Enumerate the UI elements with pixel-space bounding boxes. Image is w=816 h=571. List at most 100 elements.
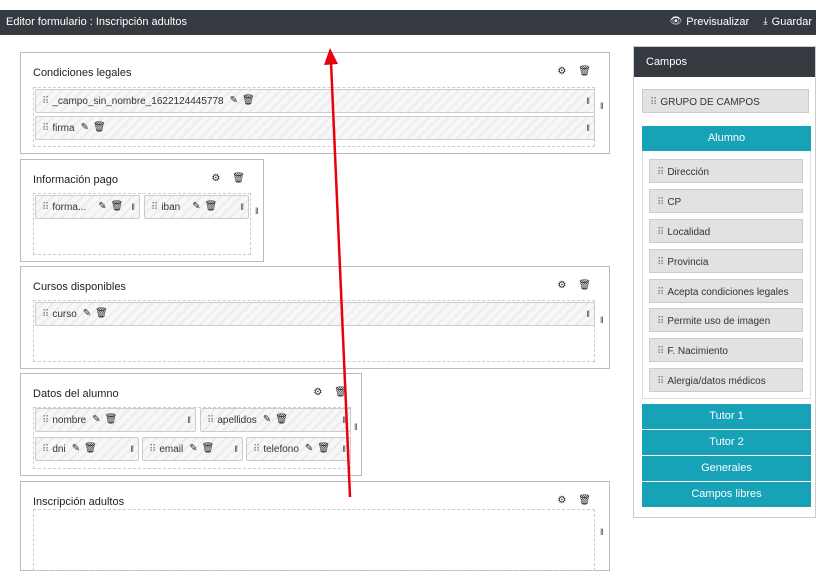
section-dropzone[interactable] [33, 509, 595, 571]
section-title: Inscripción adultos [33, 496, 125, 508]
trash-icon[interactable]: 🗑 [95, 309, 108, 319]
pencil-icon[interactable]: ✎ [192, 202, 200, 212]
gear-icon[interactable]: ⚙ [557, 281, 566, 291]
gear-icon[interactable]: ⚙ [557, 496, 566, 506]
trash-icon[interactable]: 🗑 [317, 444, 330, 454]
pencil-icon[interactable]: ✎ [72, 444, 80, 454]
field-email[interactable]: ⠿ email ✎ 🗑 ‖ [142, 437, 243, 461]
field-nombre[interactable]: ⠿ nombre ✎ 🗑 ‖ [35, 408, 196, 432]
drag-handle-icon[interactable]: ⠿ [42, 415, 49, 426]
drag-handle-icon[interactable]: ⠿ [42, 444, 49, 455]
group-alumno-button[interactable]: Alumno [642, 126, 811, 151]
field-label: _campo_sin_nombre_1622124445778 [52, 95, 224, 107]
resize-handle-icon[interactable]: ‖ [600, 527, 604, 537]
trash-icon[interactable]: 🗑 [205, 202, 218, 212]
resize-handle-icon[interactable]: ‖ [131, 202, 135, 212]
field-curso[interactable]: ⠿ curso ✎ 🗑 ‖ [35, 302, 595, 326]
drag-handle-icon[interactable]: ⠿ [151, 202, 158, 213]
field-dni[interactable]: ⠿ dni ✎ 🗑 ‖ [35, 437, 139, 461]
section-datos-del-alumno[interactable]: Datos del alumno ⚙ 🗑 ⠿ nombre ✎ 🗑 ‖ ⠿ ap… [20, 373, 362, 476]
pencil-icon[interactable]: ✎ [230, 96, 238, 106]
field-telefono[interactable]: ⠿ telefono ✎ 🗑 ‖ [246, 437, 351, 461]
field-forma-pago[interactable]: ⠿ forma... ✎ 🗑 ‖ [35, 195, 140, 219]
sidebar-item-provincia[interactable]: ⠿ Provincia [649, 249, 803, 273]
trash-icon[interactable]: 🗑 [578, 281, 591, 291]
drag-handle-icon[interactable]: ⠿ [42, 123, 49, 134]
resize-handle-icon[interactable]: ‖ [586, 123, 590, 133]
trash-icon[interactable]: 🗑 [578, 496, 591, 506]
group-tutor-1-button[interactable]: Tutor 1 [642, 404, 811, 429]
section-condiciones-legales[interactable]: Condiciones legales ⚙ 🗑 ⠿ _campo_sin_nom… [20, 52, 610, 154]
sidebar-item-cp[interactable]: ⠿ CP [649, 189, 803, 213]
trash-icon[interactable]: 🗑 [105, 415, 118, 425]
field-group-label: GRUPO DE CAMPOS [660, 97, 760, 108]
field-group-item[interactable]: ⠿ GRUPO DE CAMPOS [642, 89, 809, 113]
drag-handle-icon[interactable]: ⠿ [42, 309, 49, 320]
drag-handle-icon[interactable]: ⠿ [253, 444, 260, 455]
drag-handle-icon[interactable]: ⠿ [42, 96, 49, 107]
field-apellidos[interactable]: ⠿ apellidos ✎ 🗑 ‖ [200, 408, 351, 432]
resize-handle-icon[interactable]: ‖ [187, 415, 191, 425]
trash-icon[interactable]: 🗑 [242, 96, 255, 106]
section-title: Condiciones legales [33, 67, 132, 79]
sidebar-item-acepta-condiciones[interactable]: ⠿ Acepta condiciones legales [649, 279, 803, 303]
trash-icon[interactable]: 🗑 [334, 388, 347, 398]
resize-handle-icon[interactable]: ‖ [342, 444, 346, 454]
sidebar-item-f-nacimiento[interactable]: ⠿ F. Nacimiento [649, 338, 803, 362]
resize-handle-icon[interactable]: ‖ [600, 101, 604, 111]
pencil-icon[interactable]: ✎ [83, 309, 91, 319]
group-campos-libres-button[interactable]: Campos libres [642, 482, 811, 507]
preview-button[interactable]: 👁 Previsualizar [670, 16, 750, 28]
save-button[interactable]: ⤓ Guardar [763, 16, 812, 28]
sidebar-item-label: F. Nacimiento [667, 346, 728, 357]
sidebar-item-label: Alergia/datos médicos [667, 376, 766, 387]
drag-handle-icon[interactable]: ⠿ [207, 415, 214, 426]
field-campo-sin-nombre[interactable]: ⠿ _campo_sin_nombre_1622124445778 ✎ 🗑 ‖ [35, 89, 595, 113]
resize-handle-icon[interactable]: ‖ [342, 415, 346, 425]
resize-handle-icon[interactable]: ‖ [240, 202, 244, 212]
trash-icon[interactable]: 🗑 [275, 415, 288, 425]
field-firma[interactable]: ⠿ firma ✎ 🗑 ‖ [35, 116, 595, 140]
section-title: Información pago [33, 174, 118, 186]
gear-icon[interactable]: ⚙ [211, 174, 220, 184]
resize-handle-icon[interactable]: ‖ [234, 444, 238, 454]
resize-handle-icon[interactable]: ‖ [586, 96, 590, 106]
trash-icon[interactable]: 🗑 [578, 67, 591, 77]
sidebar-item-localidad[interactable]: ⠿ Localidad [649, 219, 803, 243]
pencil-icon[interactable]: ✎ [189, 444, 197, 454]
resize-handle-icon[interactable]: ‖ [586, 309, 590, 319]
resize-handle-icon[interactable]: ‖ [255, 206, 259, 216]
sidebar-item-alergia[interactable]: ⠿ Alergia/datos médicos [649, 368, 803, 392]
group-tutor-2-button[interactable]: Tutor 2 [642, 430, 811, 455]
field-iban[interactable]: ⠿ iban ✎ 🗑 ‖ [144, 195, 249, 219]
gear-icon[interactable]: ⚙ [313, 388, 322, 398]
section-cursos-disponibles[interactable]: Cursos disponibles ⚙ 🗑 ⠿ curso ✎ 🗑 ‖ ‖ [20, 266, 610, 369]
sidebar-item-permite-uso-imagen[interactable]: ⠿ Permite uso de imagen [649, 308, 803, 332]
trash-icon[interactable]: 🗑 [111, 202, 124, 212]
trash-icon[interactable]: 🗑 [202, 444, 215, 454]
group-label: Alumno [707, 132, 746, 144]
group-generales-button[interactable]: Generales [642, 456, 811, 481]
resize-handle-icon[interactable]: ‖ [354, 422, 358, 432]
trash-icon[interactable]: 🗑 [93, 123, 106, 133]
section-inscripcion-adultos[interactable]: Inscripción adultos ⚙ 🗑 ‖ [20, 481, 610, 571]
drag-handle-icon[interactable]: ⠿ [42, 202, 49, 213]
pencil-icon[interactable]: ✎ [305, 444, 313, 454]
pencil-icon[interactable]: ✎ [92, 415, 100, 425]
drag-handle-icon[interactable]: ⠿ [149, 444, 156, 455]
trash-icon[interactable]: 🗑 [232, 174, 245, 184]
sidebar-item-label: Localidad [667, 227, 711, 238]
resize-handle-icon[interactable]: ‖ [600, 315, 604, 325]
pencil-icon[interactable]: ✎ [263, 415, 271, 425]
group-label: Tutor 2 [709, 436, 744, 448]
pencil-icon[interactable]: ✎ [98, 202, 106, 212]
sidebar-item-direccion[interactable]: ⠿ Dirección [649, 159, 803, 183]
pencil-icon[interactable]: ✎ [81, 123, 89, 133]
section-informacion-pago[interactable]: Información pago ⚙ 🗑 ⠿ forma... ✎ 🗑 ‖ ⠿ … [20, 159, 264, 262]
field-label: iban [161, 201, 181, 213]
resize-handle-icon[interactable]: ‖ [130, 444, 134, 454]
sidebar-item-label: Dirección [667, 167, 710, 178]
gear-icon[interactable]: ⚙ [557, 67, 566, 77]
trash-icon[interactable]: 🗑 [84, 444, 97, 454]
sidebar-item-label: CP [667, 197, 682, 208]
